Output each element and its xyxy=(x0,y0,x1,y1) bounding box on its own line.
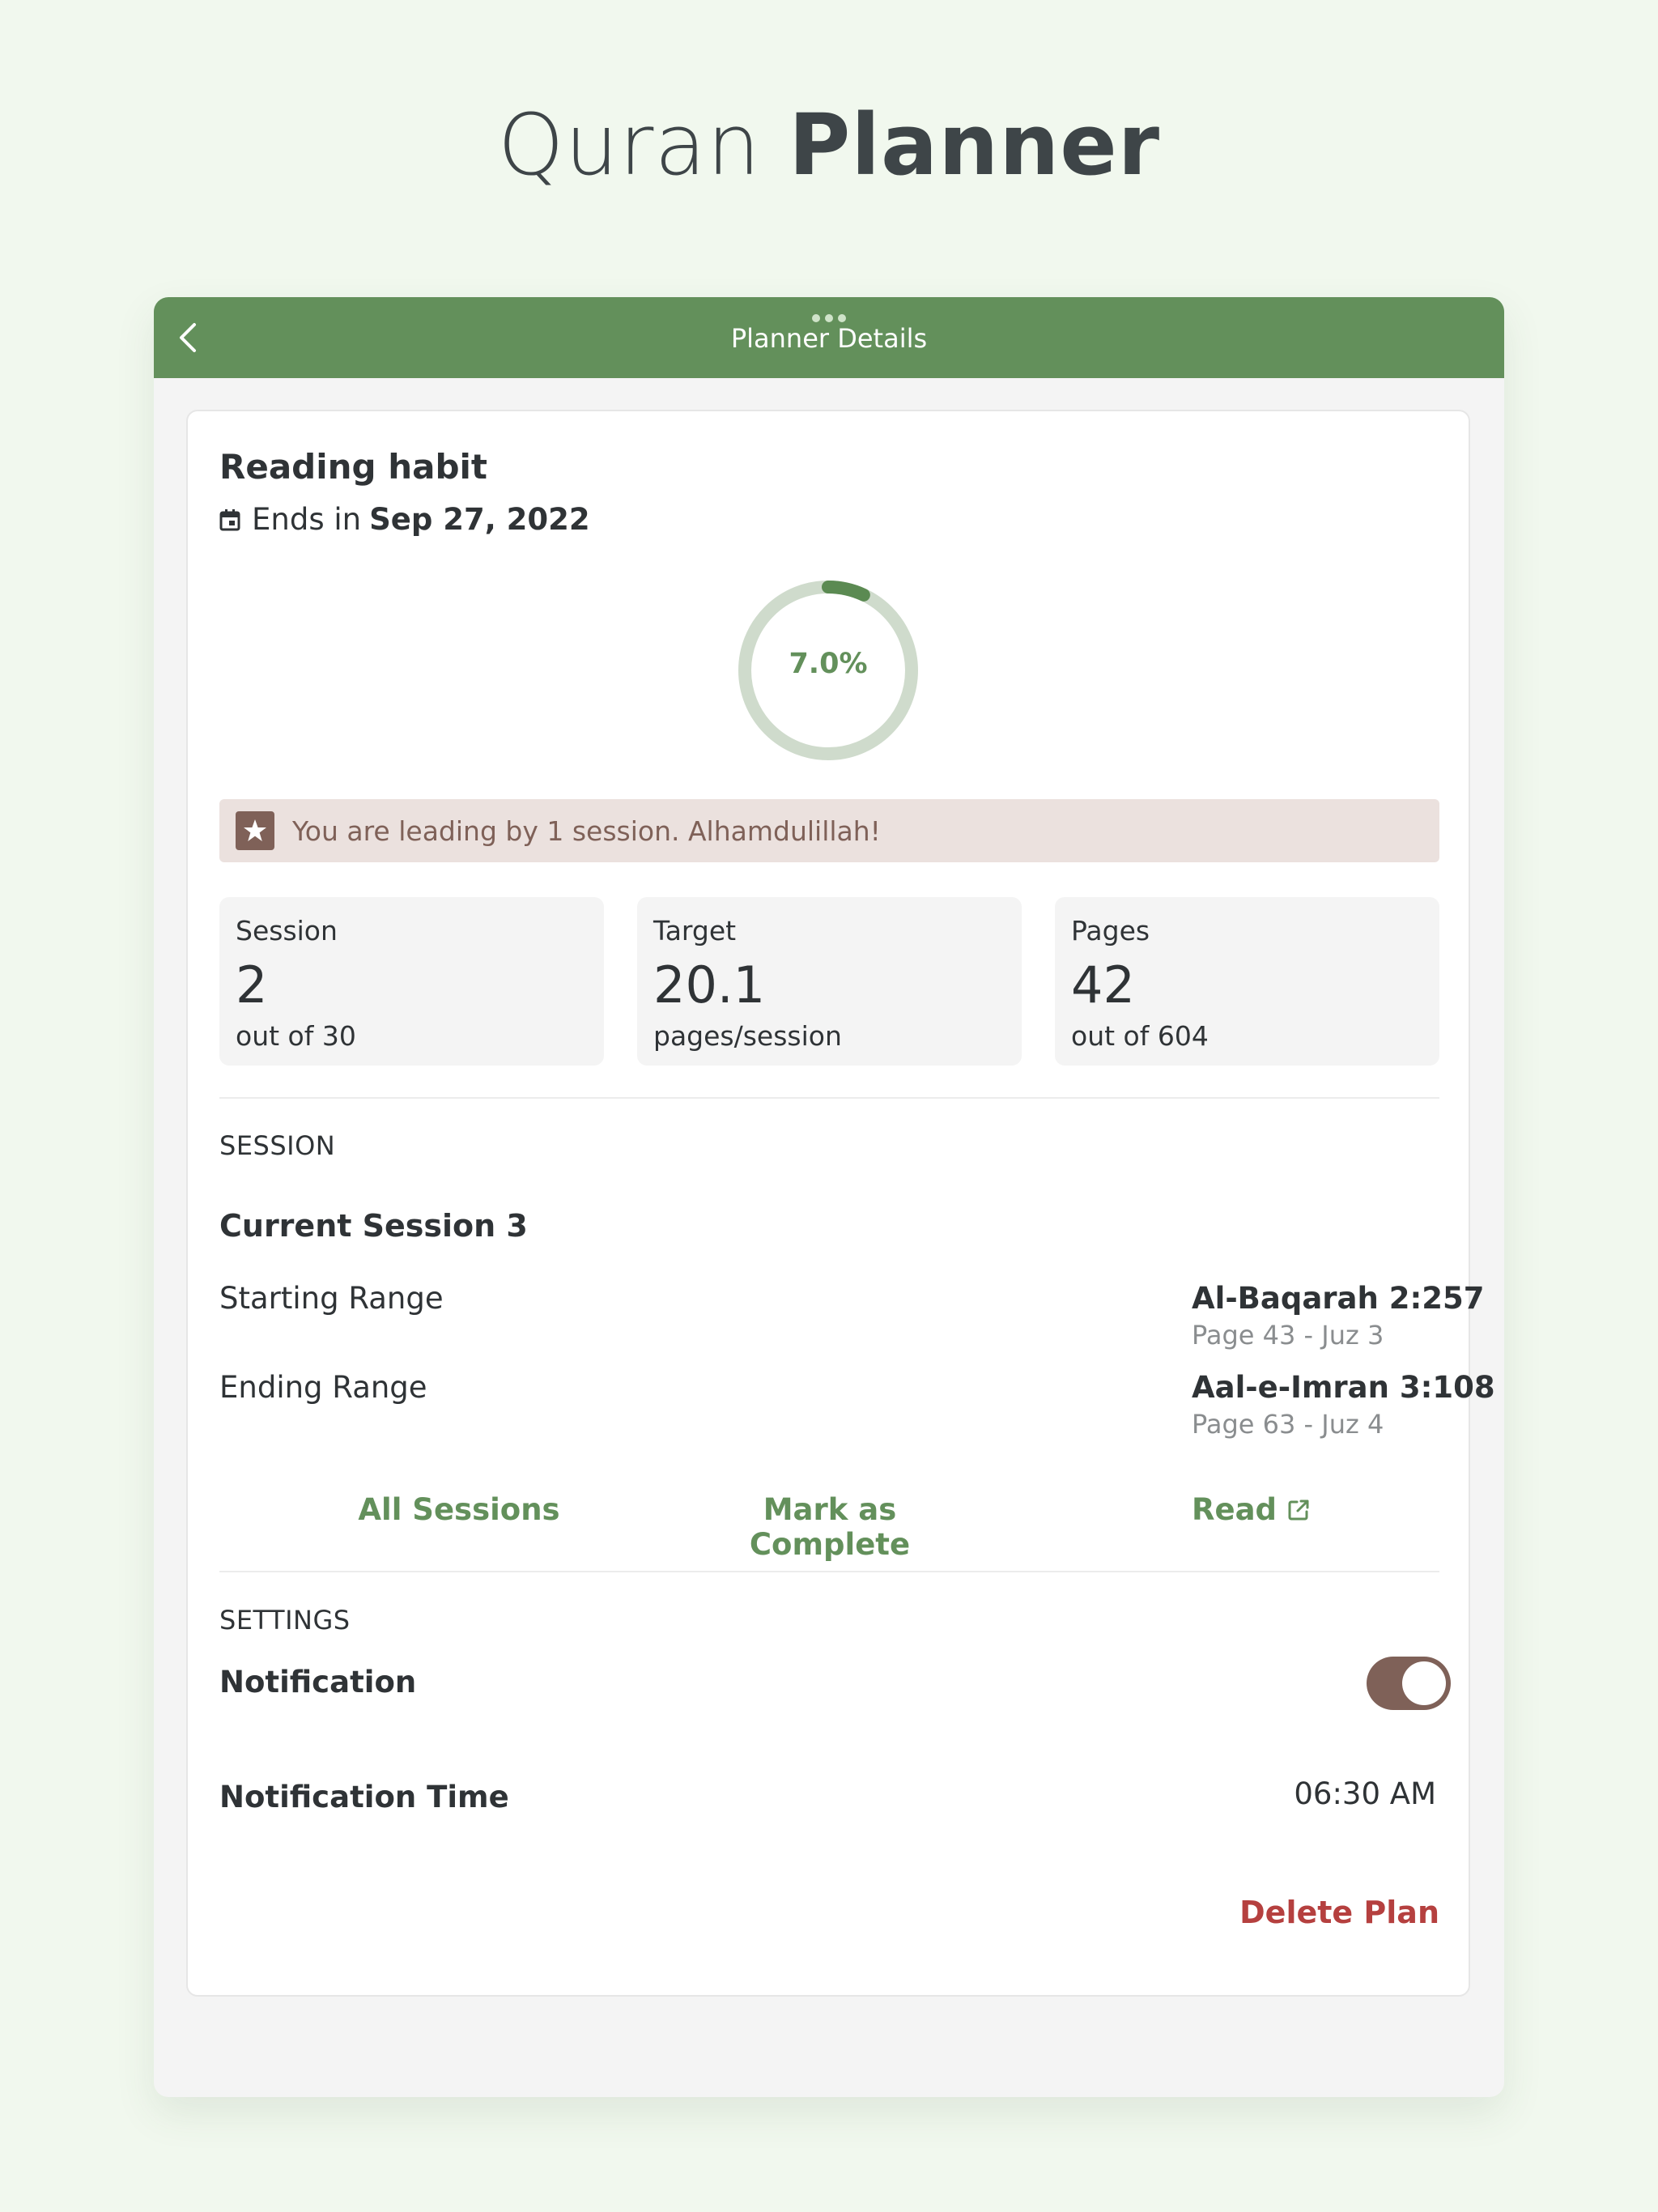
current-session-title: Current Session 3 xyxy=(219,1208,528,1244)
banner-text: You are leading by 1 session. Alhamdulil… xyxy=(292,815,881,847)
notification-time-label: Notification Time xyxy=(219,1780,509,1814)
planner-card: Reading habit Ends in Sep 27, 2022 7.0% … xyxy=(186,410,1495,1997)
progress-percent: 7.0% xyxy=(789,648,868,680)
calendar-icon xyxy=(219,508,240,530)
all-sessions-button[interactable]: All Sessions xyxy=(338,1492,580,1527)
status-banner: You are leading by 1 session. Alhamdulil… xyxy=(219,799,1439,862)
ends-date: Sep 27, 2022 xyxy=(369,502,590,537)
headline-bold: Planner xyxy=(789,96,1161,194)
ending-range-value: Aal-e-Imran 3:108 xyxy=(1192,1370,1495,1405)
stat-sub: out of 604 xyxy=(1071,1020,1209,1052)
toggle-knob xyxy=(1402,1661,1446,1705)
stat-card-pages: Pages 42 out of 604 xyxy=(1055,897,1439,1066)
plan-title: Reading habit xyxy=(219,447,487,487)
stat-value: 20.1 xyxy=(653,955,766,1015)
notification-time-value[interactable]: 06:30 AM xyxy=(1294,1776,1436,1811)
mark-complete-button[interactable]: Mark as Complete xyxy=(682,1492,978,1562)
stat-value: 42 xyxy=(1071,955,1135,1015)
stat-label: Target xyxy=(653,915,737,946)
notification-label: Notification xyxy=(219,1665,417,1699)
starting-range-label: Starting Range xyxy=(219,1281,444,1316)
external-link-icon xyxy=(1288,1499,1309,1521)
app-bar: Planner Details xyxy=(154,297,1504,378)
read-button[interactable]: Read xyxy=(1192,1492,1354,1527)
ends-prefix: Ends in xyxy=(252,502,362,537)
appbar-title: Planner Details xyxy=(730,323,928,354)
notification-toggle[interactable] xyxy=(1367,1657,1451,1710)
stat-label: Session xyxy=(236,915,338,946)
stat-label: Pages xyxy=(1071,915,1150,946)
progress-arc xyxy=(822,581,870,602)
stat-value: 2 xyxy=(236,955,268,1015)
divider xyxy=(219,1097,1439,1099)
stat-sub: pages/session xyxy=(653,1020,842,1052)
stat-card-target: Target 20.1 pages/session xyxy=(637,897,1022,1066)
stat-sub: out of 30 xyxy=(236,1020,356,1052)
end-date-row: Ends in Sep 27, 2022 xyxy=(219,502,590,537)
app-headline: Quran Planner xyxy=(0,96,1658,194)
session-section-caption: SESSION xyxy=(219,1130,336,1161)
settings-section-caption: SETTINGS xyxy=(219,1605,351,1636)
headline-light: Quran xyxy=(497,96,789,194)
starting-range-page: Page 43 - Juz 3 xyxy=(1192,1320,1384,1351)
star-icon xyxy=(236,811,274,850)
drag-handle-dots-icon xyxy=(812,314,846,322)
read-label: Read xyxy=(1192,1492,1278,1527)
ending-range-label: Ending Range xyxy=(219,1370,427,1405)
starting-range-value: Al-Baqarah 2:257 xyxy=(1192,1281,1485,1316)
ending-range-page: Page 63 - Juz 4 xyxy=(1192,1409,1384,1440)
device-screen: Planner Details Reading habit Ends in Se… xyxy=(154,297,1504,2097)
delete-plan-button[interactable]: Delete Plan xyxy=(1239,1895,1439,1930)
divider xyxy=(219,1571,1439,1572)
stat-card-session: Session 2 out of 30 xyxy=(219,897,604,1066)
